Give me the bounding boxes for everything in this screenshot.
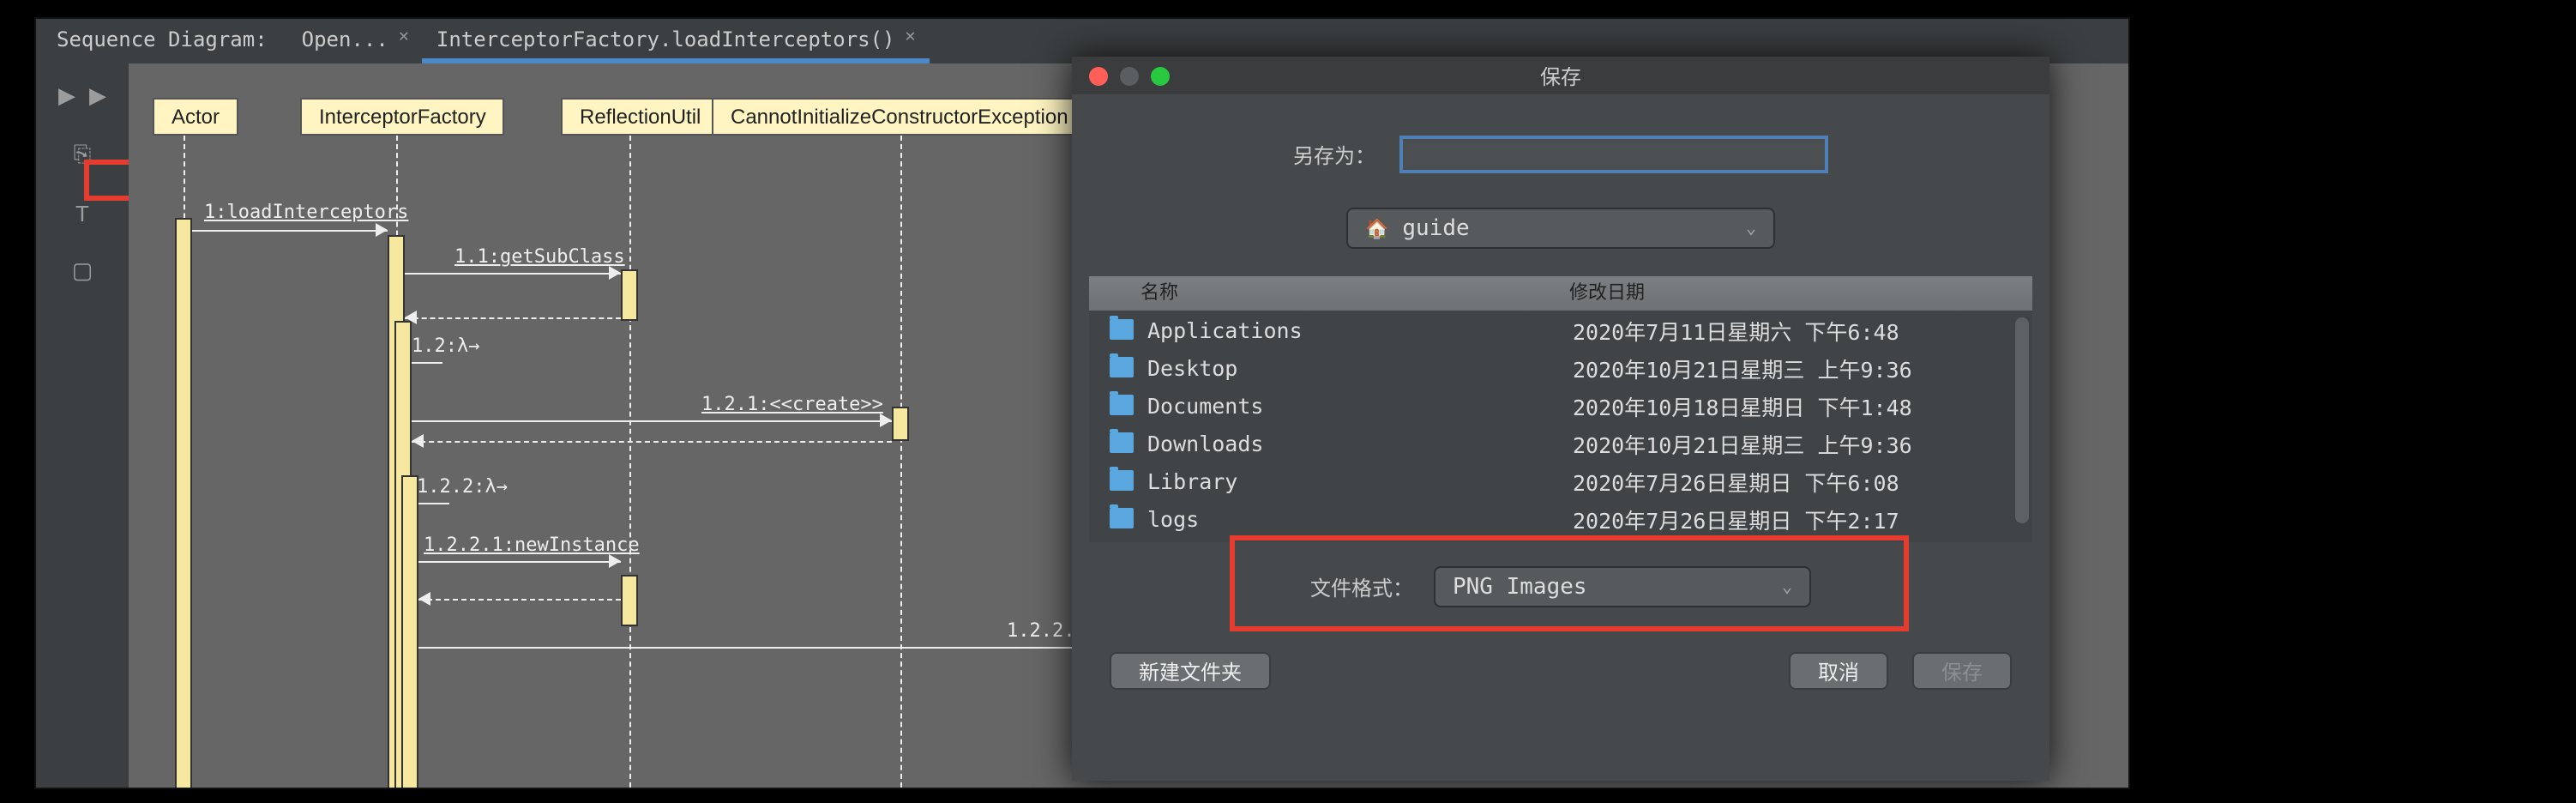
file-date: 2020年10月21日星期三 上午9:36 [1573, 426, 2032, 459]
folder-icon [1110, 432, 1134, 453]
file-date: 2020年10月18日星期日 下午1:48 [1573, 389, 2032, 421]
activation [621, 269, 638, 321]
file-name: Applications [1147, 317, 1573, 342]
msg-lambda-2[interactable]: 1.2.2:λ→ [417, 475, 508, 498]
folder-icon [1110, 508, 1134, 528]
return-arrow [405, 317, 621, 319]
lifeline [629, 136, 631, 788]
lifeline [900, 136, 902, 788]
file-browser[interactable]: 名称 修改日期 Applications2020年7月11日星期六 下午6:48… [1089, 276, 2032, 542]
table-row[interactable]: Downloads2020年10月21日星期三 上午9:36 [1089, 424, 2032, 462]
file-format-select[interactable]: PNG Images ⌄ [1434, 566, 1811, 607]
play-icon[interactable]: ▶ [82, 81, 113, 112]
new-folder-button[interactable]: 新建文件夹 [1110, 652, 1271, 690]
arrow [412, 362, 442, 364]
return-arrow [418, 599, 621, 601]
scrollbar[interactable] [2015, 317, 2029, 523]
tab-load-interceptors[interactable]: InterceptorFactory.loadInterceptors() ✕ [423, 19, 930, 63]
msg-load-interceptors[interactable]: 1:loadInterceptors [204, 201, 408, 223]
saveas-label: 另存为： [1293, 140, 1375, 169]
file-name: Documents [1147, 392, 1573, 418]
arrow [418, 647, 1104, 649]
table-row[interactable]: Library2020年7月26日星期日 下午6:08 [1089, 462, 2032, 499]
table-row[interactable]: Documents2020年10月18日星期日 下午1:48 [1089, 386, 2032, 424]
home-icon: 🏠 [1365, 217, 1388, 239]
col-date[interactable]: 修改日期 [1556, 276, 2032, 311]
format-value: PNG Images [1453, 574, 1587, 600]
activation [621, 575, 638, 626]
file-name: Desktop [1147, 354, 1573, 380]
table-header: 名称 修改日期 [1089, 276, 2032, 311]
msg-create[interactable]: 1.2.1:<<create>> [701, 393, 883, 415]
msg-lambda-1[interactable]: 1.2:λ→ [412, 335, 480, 357]
save-label: 保存 [1941, 656, 1983, 685]
directory-name: guide [1402, 215, 1469, 241]
participant-exception[interactable]: CannotInitializeConstructorException [712, 98, 1087, 136]
chevron-down-icon: ⌄ [1746, 219, 1756, 238]
folder-icon [1110, 470, 1134, 491]
activation [401, 475, 418, 788]
file-date: 2020年10月21日星期三 上午9:36 [1573, 351, 2032, 383]
return-arrow [412, 441, 892, 443]
tab-open[interactable]: Open... ✕ [288, 19, 423, 63]
table-row[interactable]: logs2020年7月26日星期日 下午2:17 [1089, 499, 2032, 537]
arrowhead-icon [609, 554, 621, 568]
participant-actor[interactable]: Actor [153, 98, 238, 136]
file-name: Downloads [1147, 430, 1573, 456]
file-date: 2020年7月11日星期六 下午6:48 [1573, 313, 2032, 346]
folder-icon [1110, 357, 1134, 377]
save-dialog: 保存 另存为： 🏠 guide ⌄ 名称 修改日期 Applications20… [1072, 57, 2049, 781]
file-name: Library [1147, 468, 1573, 493]
tab-prefix: Sequence Diagram: [36, 19, 288, 63]
arrowhead-icon [609, 266, 621, 280]
tab-load-label: InterceptorFactory.loadInterceptors() [436, 27, 895, 51]
cancel-button[interactable]: 取消 [1789, 652, 1888, 690]
saveas-input[interactable] [1399, 136, 1828, 173]
activation [892, 407, 909, 441]
diagram-toolbar: ▶ ▶ ⎘ T ▢ [36, 63, 129, 788]
text-tool-icon[interactable]: T [67, 197, 98, 228]
folder-icon [1110, 395, 1134, 415]
format-label: 文件格式： [1310, 572, 1413, 601]
arrow [192, 230, 388, 232]
msg-get-subclass[interactable]: 1.1:getSubClass [454, 245, 625, 268]
arrowhead-icon [412, 434, 424, 448]
arrow [418, 503, 449, 504]
directory-select[interactable]: 🏠 guide ⌄ [1346, 208, 1775, 249]
folder-icon [1110, 319, 1134, 340]
arrow [405, 273, 621, 275]
arrowhead-icon [880, 414, 892, 427]
col-name[interactable]: 名称 [1089, 276, 1556, 311]
activation [175, 218, 192, 788]
close-icon[interactable]: ✕ [399, 27, 409, 46]
play-buttons[interactable]: ▶ ▶ [51, 81, 113, 112]
arrow [418, 561, 621, 563]
chevron-down-icon: ⌄ [1782, 577, 1792, 596]
arrowhead-icon [418, 592, 430, 606]
arrow [412, 420, 892, 422]
titlebar[interactable]: 保存 [1072, 57, 2049, 94]
arrowhead-icon [376, 223, 388, 237]
file-name: logs [1147, 505, 1573, 531]
new-folder-label: 新建文件夹 [1139, 656, 1242, 685]
table-row[interactable]: Desktop2020年10月21日星期三 上午9:36 [1089, 348, 2032, 386]
tab-open-label: Open... [302, 27, 388, 51]
box-tool-icon[interactable]: ▢ [67, 256, 98, 287]
dialog-title: 保存 [1072, 61, 2049, 90]
close-icon[interactable]: ✕ [906, 27, 916, 46]
participant-factory[interactable]: InterceptorFactory [300, 98, 505, 136]
msg-new-instance[interactable]: 1.2.2.1:newInstance [424, 534, 640, 556]
file-date: 2020年7月26日星期日 下午6:08 [1573, 464, 2032, 497]
file-date: 2020年7月26日星期日 下午2:17 [1573, 502, 2032, 534]
save-button[interactable]: 保存 [1912, 652, 2012, 690]
table-row[interactable]: Applications2020年7月11日星期六 下午6:48 [1089, 311, 2032, 348]
export-icon[interactable]: ⎘ [67, 139, 98, 170]
arrowhead-icon [405, 311, 417, 324]
cancel-label: 取消 [1818, 656, 1859, 685]
participant-reflection[interactable]: ReflectionUtil [561, 98, 719, 136]
play-icon[interactable]: ▶ [51, 81, 82, 112]
